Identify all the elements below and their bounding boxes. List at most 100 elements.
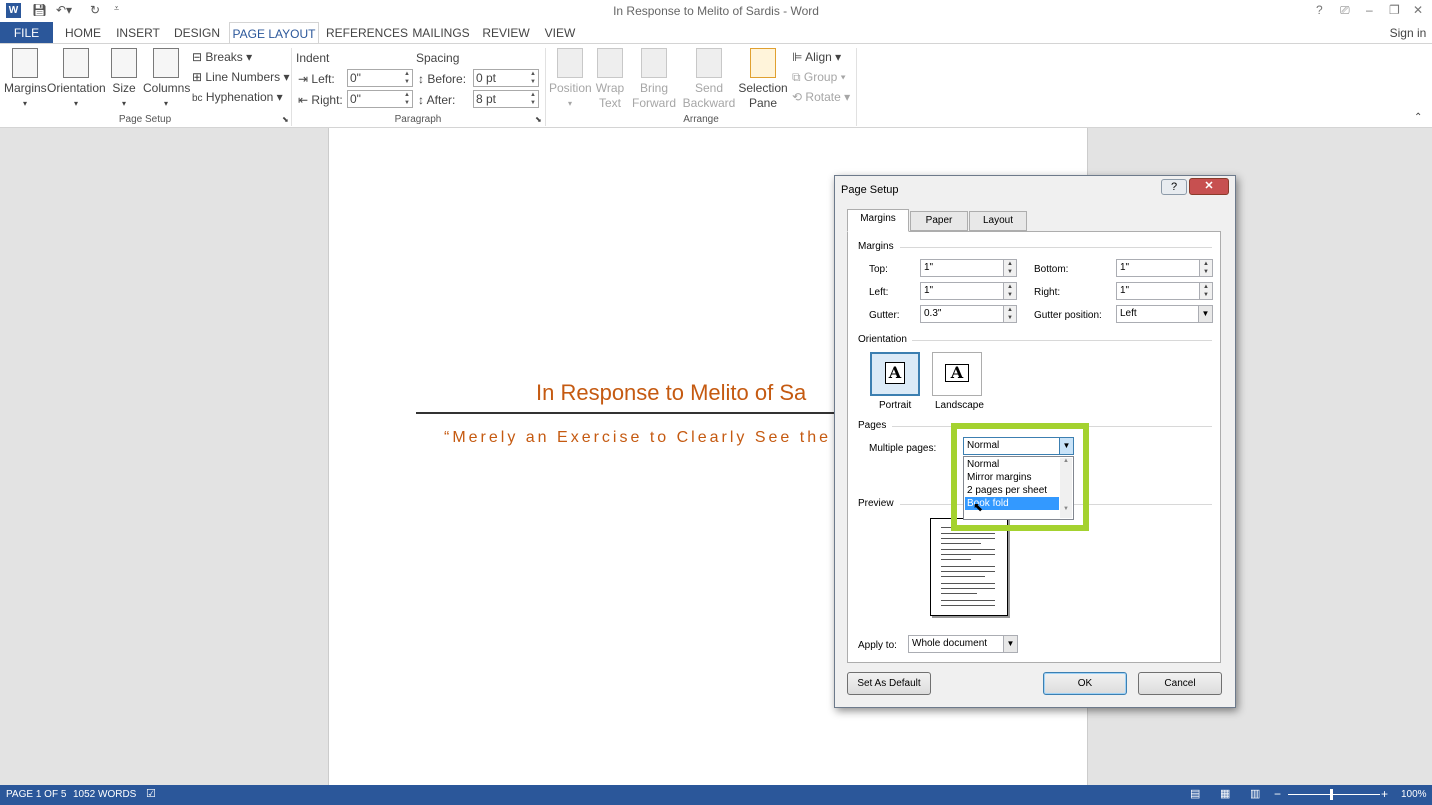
tab-mailings[interactable]: MAILINGS (410, 22, 472, 44)
heading-rule (416, 412, 856, 414)
position-button[interactable]: Position ▾ (549, 48, 592, 111)
spinner-icon[interactable]: ▲ ▼ (1003, 259, 1017, 277)
indent-left-input[interactable]: 0" ▲ ▼ (347, 69, 413, 87)
ok-button[interactable]: OK (1043, 672, 1127, 695)
restore-icon[interactable]: ❐ (1389, 3, 1400, 17)
print-layout-icon[interactable]: ▦ (1220, 787, 1230, 800)
zoom-slider-track[interactable] (1288, 794, 1380, 795)
spinner-icon[interactable]: ▲ ▼ (528, 70, 538, 86)
hyphenation-icon: bc (192, 93, 203, 104)
group-button[interactable]: ⧉ Group ▾ (792, 70, 846, 85)
sign-in-link[interactable]: Sign in (1388, 22, 1428, 44)
web-layout-icon[interactable]: ▥ (1250, 787, 1260, 800)
tab-insert[interactable]: INSERT (114, 22, 162, 44)
tab-page-layout[interactable]: PAGE LAYOUT (229, 22, 319, 44)
dialog-help-button[interactable]: ? (1161, 179, 1187, 195)
zoom-slider-thumb[interactable] (1330, 789, 1333, 800)
ribbon-display-icon[interactable]: ⎚ (1340, 3, 1350, 18)
tab-layout[interactable]: Layout (969, 211, 1027, 231)
spinner-icon[interactable]: ▲ ▼ (1003, 305, 1017, 323)
bring-forward-icon (641, 48, 667, 78)
line-numbers-button[interactable]: ⊞ Line Numbers ▾ (192, 70, 289, 84)
option-normal[interactable]: Normal (965, 458, 1059, 471)
bottom-margin-input[interactable]: 1" ▲ ▼ (1116, 259, 1213, 277)
spacing-before-input[interactable]: 0 pt ▲ ▼ (473, 69, 539, 87)
indent-right-icon: ⇤ (298, 93, 309, 107)
rotate-button[interactable]: ⟲ Rotate ▾ (792, 90, 850, 104)
spinner-icon[interactable]: ▲ ▼ (1003, 282, 1017, 300)
landscape-icon: A (945, 364, 969, 382)
paragraph-launcher-icon[interactable]: ⬊ (535, 115, 542, 124)
portrait-option[interactable]: A (870, 352, 920, 396)
page-count[interactable]: PAGE 1 OF 5 (6, 789, 66, 800)
orientation-button[interactable]: Orientation ▾ (47, 48, 106, 111)
chevron-down-icon[interactable]: ▼ (1003, 635, 1018, 653)
gutter-position-label: Gutter position: (1034, 310, 1102, 321)
tab-paper[interactable]: Paper (910, 211, 968, 231)
tab-view[interactable]: VIEW (542, 22, 578, 44)
cancel-button[interactable]: Cancel (1138, 672, 1222, 695)
columns-button[interactable]: Columns ▾ (143, 48, 190, 111)
option-2-pages-per-sheet[interactable]: 2 pages per sheet (965, 484, 1059, 497)
bottom-label: Bottom: (1034, 264, 1069, 275)
gutter-input[interactable]: 0.3" ▲ ▼ (920, 305, 1017, 323)
zoom-in-icon[interactable]: + (1381, 787, 1388, 801)
size-button[interactable]: Size ▾ (109, 48, 139, 111)
close-icon[interactable]: ✕ (1413, 3, 1423, 17)
tab-design[interactable]: DESIGN (172, 22, 222, 44)
spinner-icon[interactable]: ▲ ▼ (1199, 259, 1213, 277)
top-margin-input[interactable]: 1" ▲ ▼ (920, 259, 1017, 277)
spacing-after-input[interactable]: 8 pt ▲ ▼ (473, 90, 539, 108)
spinner-icon[interactable]: ▲ ▼ (1199, 282, 1213, 300)
tab-home[interactable]: HOME (62, 22, 104, 44)
option-mirror-margins[interactable]: Mirror margins (965, 471, 1059, 484)
right-margin-input[interactable]: 1" ▲ ▼ (1116, 282, 1213, 300)
dialog-close-button[interactable]: ✕ (1189, 178, 1229, 195)
tab-margins[interactable]: Margins (847, 209, 909, 232)
collapse-ribbon-icon[interactable]: ⌃ (1414, 112, 1422, 123)
help-icon[interactable]: ? (1316, 3, 1323, 17)
landscape-option[interactable]: A (932, 352, 982, 396)
send-backward-button[interactable]: Send Backward (681, 48, 737, 111)
ribbon-tabs: FILE HOME INSERT DESIGN PAGE LAYOUT REFE… (0, 22, 1432, 44)
proofing-icon[interactable]: ☑ (146, 787, 156, 800)
size-icon (111, 48, 137, 78)
tab-references[interactable]: REFERENCES (326, 22, 408, 44)
word-count[interactable]: 1052 WORDS (73, 789, 136, 800)
tab-file[interactable]: FILE (0, 22, 53, 44)
dropdown-scrollbar[interactable]: ▲ ▼ (1060, 458, 1072, 518)
apply-to-select[interactable]: Whole document ▼ (908, 635, 1018, 653)
multiple-pages-select[interactable]: Normal ▼ (963, 437, 1074, 455)
indent-right-input[interactable]: 0" ▲ ▼ (347, 90, 413, 108)
mouse-cursor-icon: ⬉ (973, 500, 984, 514)
align-icon: ⊫ (792, 50, 803, 64)
zoom-out-icon[interactable]: − (1274, 787, 1281, 801)
align-button[interactable]: ⊫ Align ▾ (792, 50, 841, 64)
chevron-down-icon[interactable]: ▼ (1198, 305, 1213, 323)
gutter-position-select[interactable]: Left ▼ (1116, 305, 1213, 323)
spacing-before-label: ↕ Before: (418, 72, 467, 86)
breaks-button[interactable]: ⊟ Breaks ▾ (192, 50, 252, 64)
bring-forward-button[interactable]: Bring Forward (628, 48, 680, 111)
rotate-icon: ⟲ (792, 90, 803, 104)
left-margin-input[interactable]: 1" ▲ ▼ (920, 282, 1017, 300)
read-mode-icon[interactable]: ▤ (1190, 787, 1200, 800)
minimize-icon[interactable]: – (1366, 3, 1373, 17)
spinner-icon[interactable]: ▲ ▼ (528, 91, 538, 107)
zoom-level[interactable]: 100% (1401, 789, 1427, 800)
wrap-text-button[interactable]: Wrap Text (593, 48, 627, 111)
chevron-down-icon[interactable]: ▼ (1059, 437, 1074, 455)
spinner-icon[interactable]: ▲ ▼ (402, 70, 412, 86)
spacing-after-icon: ↕ (418, 93, 424, 107)
page-setup-group-label: Page Setup (118, 114, 172, 125)
page-setup-launcher-icon[interactable]: ⬊ (282, 115, 289, 124)
spinner-icon[interactable]: ▲ ▼ (402, 91, 412, 107)
orientation-icon (63, 48, 89, 78)
wrap-text-icon (597, 48, 623, 78)
tab-review[interactable]: REVIEW (482, 22, 530, 44)
apply-to-label: Apply to: (858, 640, 897, 651)
selection-pane-button[interactable]: Selection Pane (738, 48, 788, 111)
hyphenation-button[interactable]: bc Hyphenation ▾ (192, 90, 283, 104)
set-as-default-button[interactable]: Set As Default (847, 672, 931, 695)
margins-button[interactable]: Margins ▾ (4, 48, 47, 111)
